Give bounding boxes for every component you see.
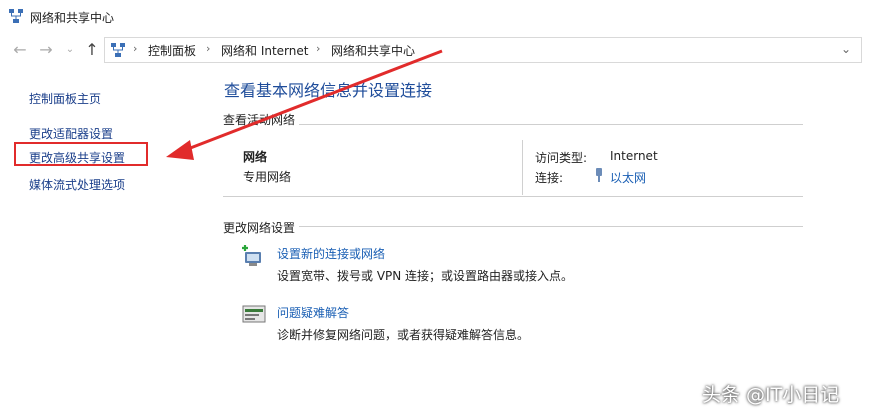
sidebar-item-home[interactable]: 控制面板主页 <box>29 90 101 107</box>
network-divider <box>522 140 523 195</box>
active-network-heading: 查看活动网络 <box>223 111 300 128</box>
troubleshoot-icon <box>242 305 266 323</box>
section-divider <box>223 124 803 125</box>
section-divider <box>223 226 803 227</box>
address-network-icon <box>111 43 125 57</box>
section-divider <box>223 196 803 197</box>
back-arrow-icon[interactable]: ← <box>10 40 30 60</box>
setup-connection-desc: 设置宽带、拨号或 VPN 连接；或设置路由器或接入点。 <box>277 269 574 283</box>
breadcrumb-sharing-center[interactable]: 网络和共享中心 <box>331 42 415 59</box>
new-connection-icon <box>242 245 261 266</box>
address-bar[interactable] <box>104 37 862 63</box>
setup-connection-link[interactable]: 设置新的连接或网络 <box>277 245 385 262</box>
connection-label: 连接: <box>535 171 564 185</box>
recent-pages-icon[interactable]: ⌄ <box>60 40 80 60</box>
network-profile: 专用网络 <box>243 170 292 184</box>
ethernet-icon <box>596 168 602 182</box>
breadcrumb-separator[interactable]: › <box>316 42 320 55</box>
network-center-icon <box>9 9 23 23</box>
troubleshoot-link[interactable]: 问题疑难解答 <box>277 304 349 321</box>
sidebar-item-media-streaming[interactable]: 媒体流式处理选项 <box>29 176 125 193</box>
forward-arrow-icon[interactable]: → <box>36 40 56 60</box>
page-title: 查看基本网络信息并设置连接 <box>224 81 433 100</box>
address-dropdown-icon[interactable]: ⌄ <box>841 42 851 56</box>
breadcrumb-separator: › <box>133 42 138 55</box>
up-arrow-icon[interactable]: ↑ <box>82 40 102 60</box>
breadcrumb-separator[interactable]: › <box>206 42 210 55</box>
sidebar-item-adapter-settings[interactable]: 更改适配器设置 <box>29 125 113 142</box>
annotation-highlight-box <box>14 142 148 166</box>
troubleshoot-desc: 诊断并修复网络问题，或者获得疑难解答信息。 <box>277 328 530 342</box>
breadcrumb-network-internet[interactable]: 网络和 Internet <box>221 42 308 59</box>
watermark: 头条 @IT小日记 <box>702 384 840 406</box>
title-bar <box>0 0 875 34</box>
annotation-arrow <box>166 49 443 160</box>
window-title: 网络和共享中心 <box>30 11 115 25</box>
access-type-label: 访问类型: <box>535 151 588 165</box>
change-settings-heading: 更改网络设置 <box>223 219 300 236</box>
network-name: 网络 <box>243 150 268 164</box>
breadcrumb-control-panel[interactable]: 控制面板 <box>148 42 196 59</box>
access-type-value: Internet <box>610 149 658 163</box>
connection-ethernet-link[interactable]: 以太网 <box>610 169 646 186</box>
